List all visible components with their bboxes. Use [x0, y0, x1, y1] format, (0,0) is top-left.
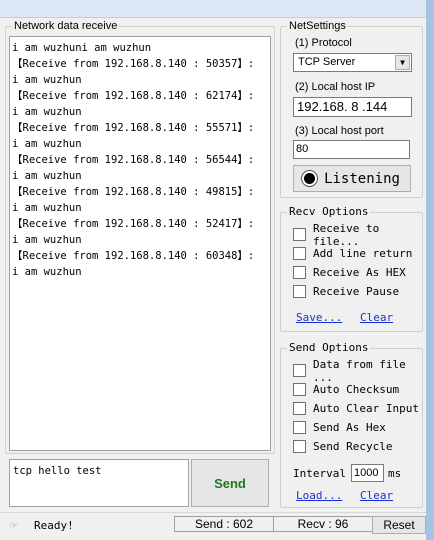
window-title-strip	[0, 0, 434, 18]
send-input[interactable]: tcp hello test	[9, 459, 189, 507]
checkbox-icon[interactable]	[293, 440, 306, 453]
net-settings-group: NetSettings (1) Protocol TCP Server ▼ (2…	[280, 19, 423, 198]
window-right-border	[426, 0, 434, 540]
checkbox-icon[interactable]	[293, 285, 306, 298]
receive-line: 【Receive from 192.168.8.140 : 60348】:	[12, 250, 255, 262]
recv-option-receive-pause[interactable]: Receive Pause	[293, 282, 421, 301]
receive-line: i am wuzhun	[12, 202, 82, 214]
interval-label: Interval	[293, 467, 346, 480]
receive-line: i am wuzhun	[12, 106, 82, 118]
status-ready-text: Ready!	[34, 519, 74, 532]
recv-options-list: Receive to file... Add line return Recei…	[293, 222, 421, 301]
checkbox-icon[interactable]	[293, 228, 306, 241]
receive-lines: i am wuzhuni am wuzhun 【Receive from 192.…	[12, 40, 268, 280]
checkbox-icon[interactable]	[293, 421, 306, 434]
send-option-send-recycle[interactable]: Send Recycle	[293, 437, 421, 456]
send-option-auto-clear-input[interactable]: Auto Clear Input	[293, 399, 421, 418]
dropdown-arrow-icon[interactable]: ▼	[395, 55, 410, 70]
receive-line: i am wuzhun	[12, 170, 82, 182]
listen-button[interactable]: Listening	[293, 165, 411, 192]
recv-options-title: Recv Options	[287, 205, 371, 219]
local-port-field[interactable]: 80	[293, 140, 410, 159]
send-options-group: Send Options Data from file ... Auto Che…	[280, 341, 423, 508]
interval-field[interactable]: 1000	[351, 464, 384, 482]
receive-line: i am wuzhun	[12, 138, 82, 150]
receive-line: 【Receive from 192.168.8.140 : 55571】:	[12, 122, 255, 134]
reset-button[interactable]: Reset	[372, 516, 426, 534]
send-load-link[interactable]: Load...	[296, 489, 342, 502]
recv-save-link[interactable]: Save...	[296, 311, 342, 324]
send-button[interactable]: Send	[191, 459, 269, 507]
receive-line: i am wuzhuni am wuzhun	[12, 42, 152, 54]
checkbox-icon[interactable]	[293, 402, 306, 415]
checkbox-icon[interactable]	[293, 383, 306, 396]
send-option-data-from-file[interactable]: Data from file ...	[293, 358, 421, 384]
receive-line: i am wuzhun	[12, 234, 82, 246]
send-button-label: Send	[214, 475, 246, 491]
local-ip-field[interactable]: 192.168. 8 .144	[293, 97, 412, 117]
recv-option-add-line-return[interactable]: Add line return	[293, 244, 421, 263]
ready-icon: ☞	[10, 518, 18, 532]
send-clear-link[interactable]: Clear	[360, 489, 393, 502]
receive-group: Network data receive i am wuzhuni am wuz…	[5, 19, 275, 454]
net-settings-title: NetSettings	[287, 19, 348, 33]
status-bar: ☞ Ready! Send : 602 Recv : 96 Reset	[0, 512, 426, 540]
recv-option-receive-as-hex[interactable]: Receive As HEX	[293, 263, 421, 282]
protocol-label: (1) Protocol	[295, 37, 352, 49]
receive-textarea[interactable]: i am wuzhuni am wuzhun 【Receive from 192.…	[9, 36, 271, 451]
interval-value: 1000	[354, 467, 379, 479]
recv-option-receive-to-file[interactable]: Receive to file...	[293, 222, 421, 248]
receive-line: 【Receive from 192.168.8.140 : 56544】:	[12, 154, 255, 166]
listen-button-label: Listening	[324, 170, 400, 187]
send-option-send-as-hex[interactable]: Send As Hex	[293, 418, 421, 437]
local-port-value: 80	[296, 143, 309, 155]
receive-line: 【Receive from 192.168.8.140 : 50357】:	[12, 58, 255, 70]
send-options-title: Send Options	[287, 341, 371, 355]
listen-status-icon	[304, 173, 316, 184]
protocol-select[interactable]: TCP Server ▼	[293, 53, 412, 72]
local-ip-value: 192.168. 8 .144	[297, 99, 388, 114]
checkbox-icon[interactable]	[293, 266, 306, 279]
receive-line: 【Receive from 192.168.8.140 : 62174】:	[12, 90, 255, 102]
recv-options-group: Recv Options Receive to file... Add line…	[280, 205, 423, 332]
recv-clear-link[interactable]: Clear	[360, 311, 393, 324]
send-input-text: tcp hello test	[13, 465, 102, 477]
receive-group-title: Network data receive	[12, 19, 120, 33]
checkbox-icon[interactable]	[293, 364, 306, 377]
protocol-value: TCP Server	[298, 56, 356, 68]
receive-line: i am wuzhun	[12, 74, 82, 86]
local-port-label: (3) Local host port	[295, 125, 384, 137]
recv-count: Recv : 96	[273, 516, 373, 532]
receive-line: i am wuzhun	[12, 266, 82, 278]
checkbox-icon[interactable]	[293, 247, 306, 260]
send-options-list: Data from file ... Auto Checksum Auto Cl…	[293, 358, 421, 456]
local-ip-label: (2) Local host IP	[295, 81, 376, 93]
receive-line: 【Receive from 192.168.8.140 : 49815】:	[12, 186, 255, 198]
send-count: Send : 602	[174, 516, 274, 532]
interval-unit: ms	[388, 467, 402, 480]
receive-line: 【Receive from 192.168.8.140 : 52417】:	[12, 218, 255, 230]
